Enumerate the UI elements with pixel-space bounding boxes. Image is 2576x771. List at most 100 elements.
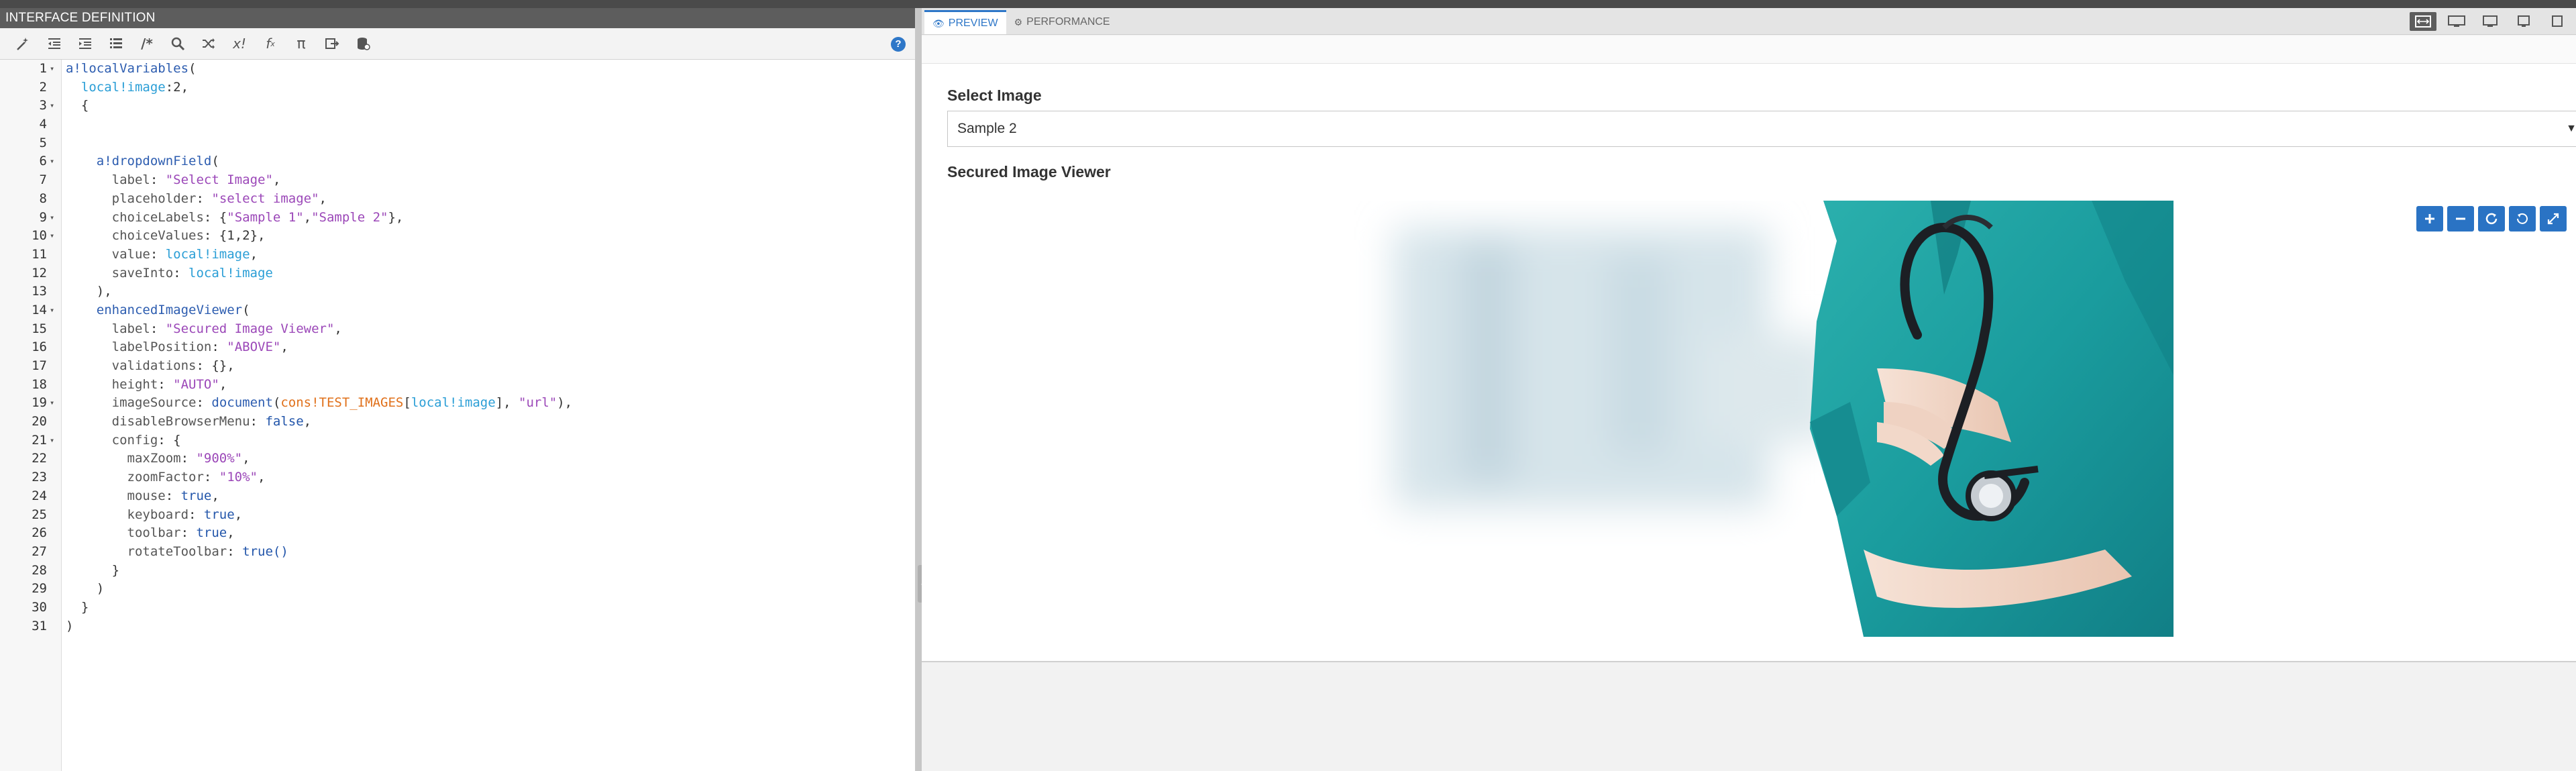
tab-preview[interactable]: 👁 PREVIEW (924, 10, 1006, 34)
fold-toggle-icon[interactable]: ▾ (50, 394, 59, 413)
code-token: ) (66, 581, 105, 597)
code-line[interactable]: 23 zoomFactor: "10%", (0, 468, 915, 487)
code-line[interactable]: 19 ▾ imageSource: document(cons!TEST_IMAG… (0, 394, 915, 413)
code-token: local!image (80, 79, 166, 95)
zoom-in-icon[interactable] (2416, 206, 2443, 232)
code-line[interactable]: 20 disableBrowserMenu: false, (0, 413, 915, 431)
code-line[interactable]: 15 label: "Secured Image Viewer", (0, 320, 915, 339)
code-text: ), (66, 282, 112, 301)
code-line[interactable]: 4 (0, 115, 915, 134)
tab-performance[interactable]: ⚙ PERFORMANCE (1006, 10, 1118, 34)
code-text: zoomFactor: "10%", (66, 468, 266, 487)
search-icon[interactable] (164, 32, 192, 55)
code-line[interactable]: 21 ▾ config: { (0, 431, 915, 450)
canvas-header-strip (922, 36, 2576, 64)
wand-icon[interactable] (9, 32, 38, 55)
code-text: enhancedImageViewer( (66, 301, 250, 320)
indent-icon[interactable] (71, 32, 99, 55)
comment-icon[interactable]: /* (133, 32, 161, 55)
code-line[interactable]: 24 mouse: true, (0, 487, 915, 506)
database-icon[interactable] (349, 32, 377, 55)
line-number: 17 (32, 358, 47, 373)
code-line[interactable]: 1 ▾ a!localVariables( (0, 60, 915, 79)
code-line[interactable]: 17 validations: {}, (0, 357, 915, 376)
code-text: toolbar: true, (66, 524, 235, 543)
select-image-dropdown[interactable]: Sample 2 ▼ (947, 111, 2576, 147)
desktop-wide-icon[interactable] (2443, 12, 2470, 31)
code-line[interactable]: 9 ▾ choiceLabels: {"Sample 1","Sample 2"}… (0, 209, 915, 227)
line-number: 1 (39, 61, 47, 76)
code-token: ), (66, 284, 112, 299)
code-line[interactable]: 31) (0, 617, 915, 636)
code-line[interactable]: 7 label: "Select Image", (0, 171, 915, 190)
code-line[interactable]: 11 value: local!image, (0, 246, 915, 264)
code-lines[interactable]: 1 ▾ a!localVariables(2 local!image:2, 3 ▾ {4… (0, 60, 915, 635)
list-icon[interactable] (102, 32, 130, 55)
fold-toggle-icon[interactable]: ▾ (50, 60, 59, 79)
fold-toggle-icon[interactable]: ▾ (50, 97, 59, 115)
zoom-out-icon[interactable] (2447, 206, 2474, 232)
code-line[interactable]: 30 } (0, 599, 915, 617)
desktop-icon[interactable] (2477, 12, 2504, 31)
code-token: : (180, 525, 197, 541)
code-text: validations: {}, (66, 357, 235, 376)
code-line[interactable]: 16 labelPosition: "ABOVE", (0, 338, 915, 357)
fullscreen-icon[interactable] (2540, 206, 2567, 232)
code-line[interactable]: 14 ▾ enhancedImageViewer( (0, 301, 915, 320)
line-number: 7 (39, 172, 47, 188)
code-line[interactable]: 26 toolbar: true, (0, 524, 915, 543)
outdent-icon[interactable] (40, 32, 68, 55)
code-token: config (111, 432, 158, 448)
interface-definition-panel: INTERFACE DEFINITION /* x! fx π ? 1 ▾ a!lo… (0, 8, 916, 771)
code-line[interactable]: 10 ▾ choiceValues: {1,2}, (0, 227, 915, 246)
rotate-right-icon[interactable] (2478, 206, 2505, 232)
fold-toggle-icon[interactable]: ▾ (50, 209, 59, 227)
code-token: , (227, 525, 235, 541)
code-editor[interactable]: 1 ▾ a!localVariables(2 local!image:2, 3 ▾ {4… (0, 60, 915, 771)
line-number: 16 (32, 340, 47, 355)
code-line[interactable]: 12 saveInto: local!image (0, 264, 915, 283)
code-text: saveInto: local!image (66, 264, 273, 283)
code-token: } (66, 599, 89, 615)
code-token: : { (203, 209, 227, 225)
phone-icon[interactable] (2544, 12, 2571, 31)
rotate-left-icon[interactable] (2509, 206, 2536, 232)
code-token: , (234, 507, 243, 522)
code-line[interactable]: 27 rotateToolbar: true() (0, 543, 915, 562)
expression-icon[interactable]: x! (225, 32, 254, 55)
code-line[interactable]: 6 ▾ a!dropdownField( (0, 152, 915, 171)
code-line[interactable]: 28 } (0, 562, 915, 580)
pi-icon[interactable]: π (287, 32, 315, 55)
fit-width-icon[interactable] (2410, 12, 2436, 31)
function-icon[interactable]: fx (256, 32, 284, 55)
fold-toggle-icon[interactable]: ▾ (50, 152, 59, 171)
code-line[interactable]: 8 placeholder: "select image", (0, 190, 915, 209)
code-line[interactable]: 5 (0, 134, 915, 153)
code-line[interactable]: 18 height: "AUTO", (0, 376, 915, 395)
help-icon[interactable]: ? (891, 37, 906, 52)
shuffle-icon[interactable] (195, 32, 223, 55)
code-token: validations (111, 358, 197, 373)
code-line[interactable]: 22 maxZoom: "900%", (0, 450, 915, 468)
code-line[interactable]: 25 keyboard: true, (0, 506, 915, 525)
fold-toggle-icon[interactable]: ▾ (50, 301, 59, 320)
code-line[interactable]: 13 ), (0, 282, 915, 301)
fold-toggle-icon[interactable]: ▾ (50, 431, 59, 450)
panel-splitter[interactable] (916, 8, 922, 771)
code-token: label (111, 321, 150, 336)
export-icon[interactable] (318, 32, 346, 55)
code-line[interactable]: 3 ▾ { (0, 97, 915, 115)
code-line[interactable]: 29 ) (0, 580, 915, 599)
code-token: { (66, 98, 89, 113)
line-number: 11 (32, 246, 47, 262)
fold-toggle-icon[interactable]: ▾ (50, 227, 59, 246)
line-number: 30 (32, 599, 47, 615)
secured-image-viewer[interactable] (1354, 201, 2174, 637)
tablet-icon[interactable] (2510, 12, 2537, 31)
code-line[interactable]: 2 local!image:2, (0, 79, 915, 97)
line-number: 13 (32, 284, 47, 299)
code-text: rotateToolbar: true() (66, 543, 288, 562)
